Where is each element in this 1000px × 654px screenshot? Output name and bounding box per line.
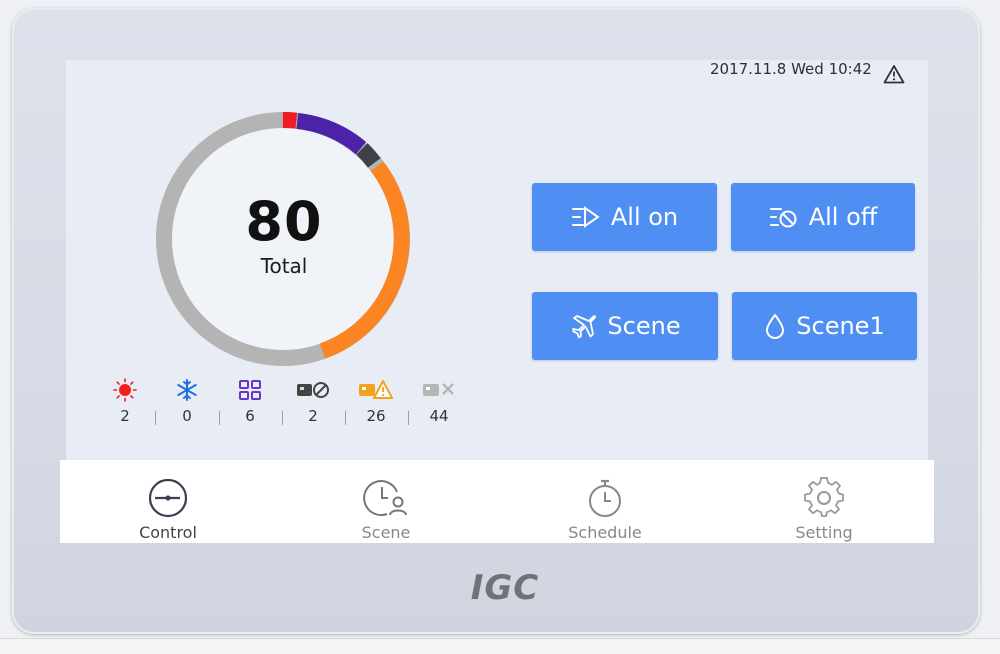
warning-triangle-icon[interactable] — [883, 64, 905, 84]
droplet-icon — [766, 314, 785, 339]
scene1-label: Scene1 — [796, 312, 885, 340]
scene-button[interactable]: Scene — [532, 292, 718, 360]
grid-icon — [239, 380, 261, 400]
scene1-button[interactable]: Scene1 — [732, 292, 917, 360]
stat-offline-value: 44 — [429, 407, 449, 425]
stat-heating: 2 — [105, 377, 145, 425]
stat-cooling: 0 — [167, 377, 207, 425]
all-on-icon — [571, 206, 600, 228]
ring-segment-heating — [282, 112, 298, 129]
stat-offline: 44 — [419, 377, 459, 425]
stat-disabled-value: 2 — [308, 407, 318, 425]
datetime: 2017.11.8 Wed 10:42 — [710, 60, 872, 78]
device-disabled-icon — [297, 382, 329, 398]
nav-scene-label: Scene — [361, 523, 411, 542]
stat-separator — [345, 411, 346, 425]
clock-user-icon — [363, 480, 407, 517]
all-off-label: All off — [808, 203, 878, 231]
all-on-label: All on — [610, 203, 679, 231]
ring-segment-disabled — [356, 143, 381, 168]
device-offline-icon — [423, 383, 454, 396]
all-on-button[interactable]: All on — [532, 183, 717, 251]
control-dial-icon — [148, 478, 188, 518]
nav-control-label: Control — [139, 523, 197, 542]
total-value: 80 — [245, 190, 323, 253]
stat-mode: 6 — [230, 377, 270, 425]
all-off-icon — [769, 208, 797, 228]
brand-logo: IGC — [470, 568, 540, 608]
nav-scene[interactable]: Scene — [306, 460, 466, 543]
stat-disabled: 2 — [293, 377, 333, 425]
background-strip — [0, 638, 1000, 654]
gear-icon — [804, 477, 844, 518]
nav-schedule-label: Schedule — [568, 523, 642, 542]
stat-cooling-value: 0 — [182, 407, 192, 425]
scene-label: Scene — [607, 312, 681, 340]
stat-separator — [408, 411, 409, 425]
device-warning-icon — [359, 380, 393, 399]
stat-separator — [155, 411, 156, 425]
stat-separator — [219, 411, 220, 425]
stat-heating-value: 2 — [120, 407, 130, 425]
snowflake-icon — [177, 379, 197, 401]
sun-icon — [113, 378, 137, 402]
stopwatch-icon — [589, 479, 621, 517]
all-off-button[interactable]: All off — [731, 183, 915, 251]
bottom-nav: Control Scene Schedule Setting — [60, 460, 934, 543]
stat-mode-value: 6 — [245, 407, 255, 425]
stat-separator — [282, 411, 283, 425]
screen: 2017.11.8 Wed 10:42 80 Total All on All … — [66, 60, 928, 460]
total-label: Total — [260, 254, 308, 278]
nav-schedule[interactable]: Schedule — [525, 460, 685, 543]
airplane-icon — [572, 315, 597, 339]
nav-setting-label: Setting — [795, 523, 853, 542]
stat-warning: 26 — [356, 377, 396, 425]
nav-setting[interactable]: Setting — [744, 460, 904, 543]
stat-warning-value: 26 — [366, 407, 386, 425]
nav-control[interactable]: Control — [88, 460, 248, 543]
